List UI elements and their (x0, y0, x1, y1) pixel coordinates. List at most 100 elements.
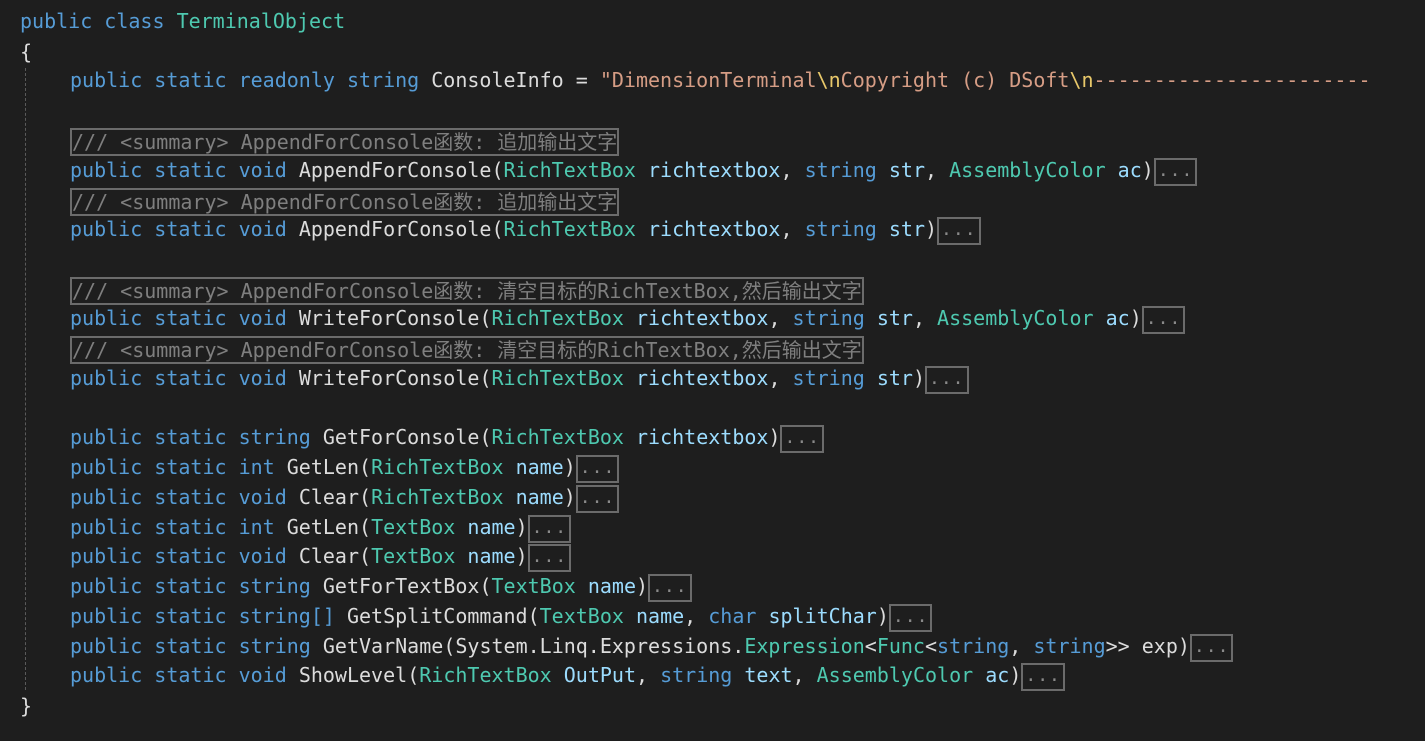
parameter-name: name (515, 485, 564, 509)
collapsed-summary-comment[interactable]: /// <summary> AppendForConsole函数: 清空目标的R… (70, 336, 864, 364)
method-line[interactable]: public static int GetLen(RichTextBox nam… (70, 452, 620, 483)
parameter-type: string (804, 158, 877, 182)
method-name: GetVarName (322, 634, 444, 658)
parameter-type: RichTextBox (371, 455, 504, 479)
parameter-type: TextBox (371, 544, 456, 568)
parameter-type: string (792, 306, 865, 330)
collapsed-body-button[interactable]: ... (648, 573, 692, 602)
method-name: GetSplitCommand (346, 604, 528, 628)
collapsed-summary-comment[interactable]: /// <summary> AppendForConsole函数: 追加输出文字 (70, 128, 620, 156)
collapsed-body-button[interactable]: ... (575, 484, 620, 513)
return-type: string (238, 574, 311, 598)
method-line[interactable]: public static string GetForConsole(RichT… (70, 422, 824, 453)
class-name: TerminalObject (176, 9, 346, 33)
method-name: Clear (298, 485, 360, 509)
parameter-type: RichTextBox (491, 366, 624, 390)
parameter-name: ac (985, 663, 1010, 687)
parameter-type: AssemblyColor (949, 158, 1106, 182)
summary-comment-line[interactable]: /// <summary> AppendForConsole函数: 清空目标的R… (70, 276, 864, 306)
collapsed-body-button[interactable]: ... (925, 365, 969, 394)
collapsed-body-button[interactable]: ... (575, 454, 620, 483)
return-type: void (238, 544, 287, 568)
method-line[interactable]: public static void AppendForConsole(Rich… (70, 214, 981, 245)
return-type: void (238, 663, 287, 687)
method-modifiers: public static (70, 217, 227, 241)
class-declaration-line[interactable]: public class TerminalObject (20, 6, 345, 36)
method-modifiers: public static (70, 634, 227, 658)
method-name: GetForTextBox (322, 574, 480, 598)
return-type: void (238, 306, 287, 330)
collapsed-body-button[interactable]: ... (1189, 633, 1234, 662)
parameter-type: AssemblyColor (937, 306, 1094, 330)
collapsed-body-button[interactable]: ... (1141, 305, 1186, 334)
collapsed-summary-comment[interactable]: /// <summary> AppendForConsole函数: 追加输出文字 (70, 188, 620, 216)
collapsed-body-button[interactable]: ... (888, 603, 933, 632)
parameter-name: ac (1105, 306, 1130, 330)
method-modifiers: public static (70, 663, 227, 687)
method-line[interactable]: public static void ShowLevel(RichTextBox… (70, 660, 1065, 691)
generic-type: Func (876, 634, 925, 658)
field-line[interactable]: public static readonly string ConsoleInf… (70, 65, 1371, 95)
parameter-name: ac (1117, 158, 1142, 182)
field-type: string (346, 68, 420, 92)
collapsed-body-button[interactable]: ... (780, 424, 824, 453)
parameter-name: name (467, 515, 516, 539)
summary-comment-line[interactable]: /// <summary> AppendForConsole函数: 追加输出文字 (70, 187, 620, 217)
summary-comment-line[interactable]: /// <summary> AppendForConsole函数: 清空目标的R… (70, 335, 864, 365)
method-name: WriteForConsole (298, 306, 480, 330)
method-modifiers: public static (70, 515, 227, 539)
assign-operator: = (563, 68, 600, 92)
open-brace-line[interactable]: { (20, 37, 32, 67)
parameter-type: TextBox (539, 604, 624, 628)
return-type: string (238, 634, 311, 658)
parameter-name: name (515, 455, 564, 479)
parameter-type: RichTextBox (503, 158, 636, 182)
method-modifiers: public static (70, 158, 227, 182)
method-modifiers: public static (70, 544, 227, 568)
collapsed-body-button[interactable]: ... (527, 543, 572, 572)
method-line[interactable]: public static void WriteForConsole(RichT… (70, 363, 969, 394)
method-line[interactable]: public static string GetVarName(System.L… (70, 631, 1234, 662)
method-modifiers: public static (70, 425, 227, 449)
indent-guide (25, 68, 26, 690)
parameter-type: RichTextBox (491, 306, 624, 330)
collapsed-body-button[interactable]: ... (937, 216, 981, 245)
parameter-type: TextBox (491, 574, 576, 598)
method-line[interactable]: public static string GetForTextBox(TextB… (70, 571, 692, 602)
parameter-type: RichTextBox (503, 217, 636, 241)
collapsed-body-button[interactable]: ... (1153, 157, 1198, 186)
collapsed-body-button[interactable]: ... (1021, 662, 1065, 691)
method-line[interactable]: public static void WriteForConsole(RichT… (70, 303, 1186, 334)
parameter-type: AssemblyColor (816, 663, 974, 687)
parameter-name: text (744, 663, 793, 687)
close-brace: } (20, 694, 33, 718)
collapsed-summary-comment[interactable]: /// <summary> AppendForConsole函数: 清空目标的R… (70, 277, 864, 305)
code-editor[interactable]: public class TerminalObject { public sta… (0, 0, 1425, 741)
return-type: string[] (238, 604, 335, 628)
method-modifiers: public static (70, 604, 227, 628)
return-type: int (238, 455, 275, 479)
parameter-type: TextBox (371, 515, 456, 539)
parameter-name: splitChar (768, 604, 877, 628)
parameter-type: char (708, 604, 757, 628)
method-name: ShowLevel (298, 663, 408, 687)
method-line[interactable]: public static int GetLen(TextBox name)..… (70, 512, 572, 543)
method-line[interactable]: public static void Clear(TextBox name)..… (70, 541, 572, 572)
open-brace: { (20, 40, 33, 64)
summary-comment-line[interactable]: /// <summary> AppendForConsole函数: 追加输出文字 (70, 127, 620, 157)
collapsed-body-button[interactable]: ... (527, 514, 572, 543)
method-name: WriteForConsole (298, 366, 480, 390)
parameter-name: str (888, 158, 925, 182)
close-brace-line[interactable]: } (20, 691, 32, 721)
escape-sequence: \n (1069, 68, 1094, 92)
method-name: Clear (298, 544, 360, 568)
method-line[interactable]: public static void AppendForConsole(Rich… (70, 155, 1198, 186)
modifier-keyword: public (20, 9, 93, 33)
method-line[interactable]: public static string[] GetSplitCommand(T… (70, 601, 933, 632)
method-name: GetLen (286, 515, 360, 539)
parameter-type: string (804, 217, 877, 241)
return-type: void (238, 485, 287, 509)
namespace-qualifier: System.Linq.Expressions. (455, 634, 745, 658)
string-literal-end: ----------------------- (1093, 68, 1371, 92)
method-line[interactable]: public static void Clear(RichTextBox nam… (70, 482, 620, 513)
